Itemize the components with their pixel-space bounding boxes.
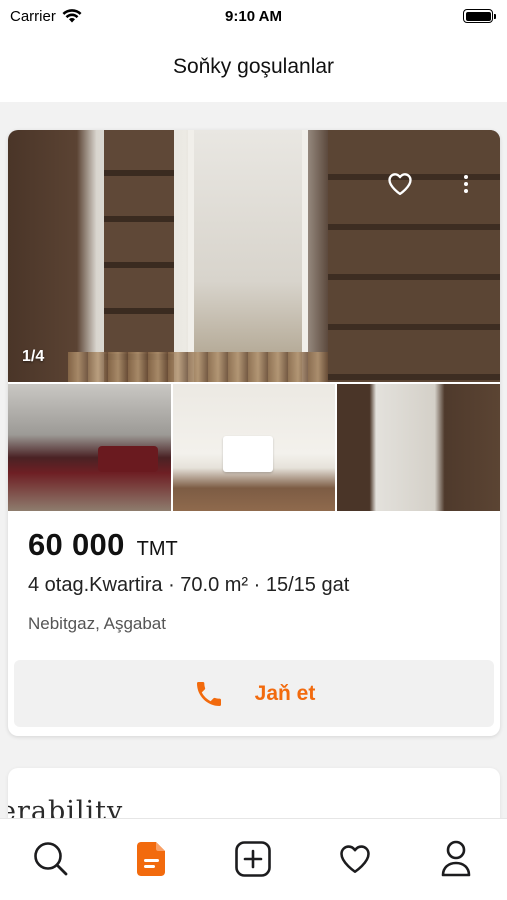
tab-add[interactable]	[231, 837, 275, 881]
add-square-icon	[235, 841, 272, 877]
photo-thumbnails	[8, 384, 500, 511]
photo-thumbnail[interactable]	[172, 384, 336, 511]
photo-shelf-right	[328, 130, 500, 382]
price-value: 60 000	[28, 527, 125, 562]
listing-card[interactable]: 1/4 60 000 TMT 4 otag.Kwartira · 70.0 m²…	[8, 130, 500, 736]
more-dot-icon	[464, 182, 468, 186]
call-label: Jaň et	[254, 681, 316, 705]
price: 60 000 TMT	[28, 527, 178, 563]
page-title: Soňky goşulanlar	[172, 55, 335, 78]
tab-search[interactable]	[29, 837, 73, 881]
document-icon	[137, 842, 166, 876]
listing-location: Nebitgaz, Aşgabat	[28, 614, 166, 633]
tab-bar	[0, 818, 507, 900]
photo-doorway	[188, 130, 308, 382]
status-left: Carrier	[10, 8, 82, 25]
listing-info: 60 000 TMT 4 otag.Kwartira · 70.0 m² · 1…	[8, 511, 500, 736]
battery-icon	[463, 9, 496, 23]
more-options-button[interactable]	[456, 170, 476, 198]
price-currency: TMT	[136, 538, 178, 560]
call-button[interactable]: Jaň et	[14, 660, 494, 727]
listing-details: 4 otag.Kwartira · 70.0 m² · 15/15 gat	[28, 574, 350, 596]
photo-shelf-left	[104, 130, 174, 382]
next-listing-card[interactable]: erability	[8, 768, 500, 818]
listings-feed[interactable]: 1/4 60 000 TMT 4 otag.Kwartira · 70.0 m²…	[0, 102, 507, 818]
wifi-icon	[62, 9, 82, 23]
tab-profile[interactable]	[434, 837, 478, 881]
next-listing-text: erability	[8, 796, 124, 818]
profile-icon	[441, 840, 471, 877]
phone-icon	[196, 681, 221, 706]
status-bar: Carrier 9:10 AM	[0, 0, 507, 32]
carrier-label: Carrier	[10, 7, 56, 25]
heart-icon	[388, 173, 412, 196]
photo-thumbnail[interactable]	[337, 384, 500, 511]
favorite-button[interactable]	[386, 170, 414, 198]
tab-favorites[interactable]	[333, 837, 377, 881]
header: Soňky goşulanlar	[0, 32, 507, 102]
search-icon	[33, 842, 68, 876]
photo-thumbnail[interactable]	[8, 384, 171, 511]
more-dot-icon	[464, 189, 468, 193]
listing-main-photo[interactable]: 1/4	[8, 130, 500, 382]
photo-counter: 1/4	[22, 348, 45, 365]
more-dot-icon	[464, 175, 468, 179]
heart-icon	[340, 845, 370, 874]
tab-listings[interactable]	[130, 837, 174, 881]
photo-rug	[68, 352, 328, 382]
